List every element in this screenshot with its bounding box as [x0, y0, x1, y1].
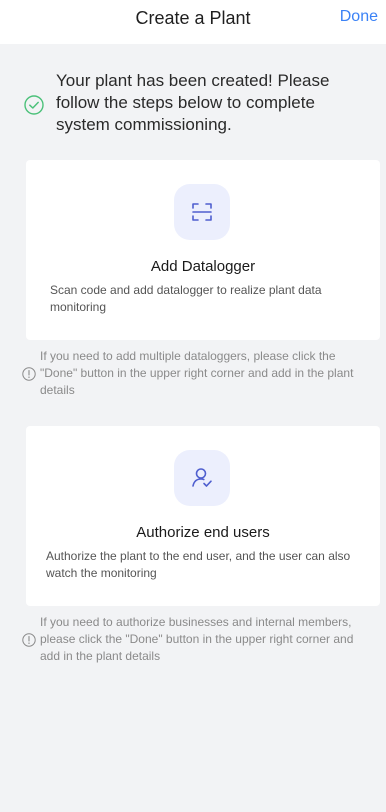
scan-icon-badge [174, 184, 230, 240]
note-text: If you need to authorize businesses and … [40, 615, 354, 663]
done-button[interactable]: Done [340, 8, 378, 26]
page-title: Create a Plant [135, 8, 251, 28]
nav-bar: Create a Plant Done [0, 0, 386, 44]
scan-icon [192, 203, 212, 221]
card-title: Authorize end users [136, 524, 270, 541]
user-icon-badge [174, 450, 230, 506]
info-circle-icon [22, 633, 36, 647]
card-description: Scan code and add datalogger to realize … [50, 283, 322, 314]
card-description: Authorize the plant to the end user, and… [46, 549, 351, 580]
success-text: Your plant has been created! Please foll… [56, 71, 330, 134]
note-text: If you need to add multiple dataloggers,… [40, 349, 354, 397]
add-datalogger-card[interactable]: Add Datalogger Scan code and add datalog… [26, 160, 380, 340]
authorize-users-card[interactable]: Authorize end users Authorize the plant … [26, 426, 380, 606]
datalogger-note: If you need to add multiple dataloggers,… [22, 348, 372, 402]
user-check-icon [192, 468, 212, 487]
card-title: Add Datalogger [150, 258, 256, 275]
authorize-note: If you need to authorize businesses and … [22, 614, 372, 668]
check-circle-icon [24, 95, 44, 115]
info-circle-icon [22, 367, 36, 381]
success-message: Your plant has been created! Please foll… [24, 70, 364, 140]
